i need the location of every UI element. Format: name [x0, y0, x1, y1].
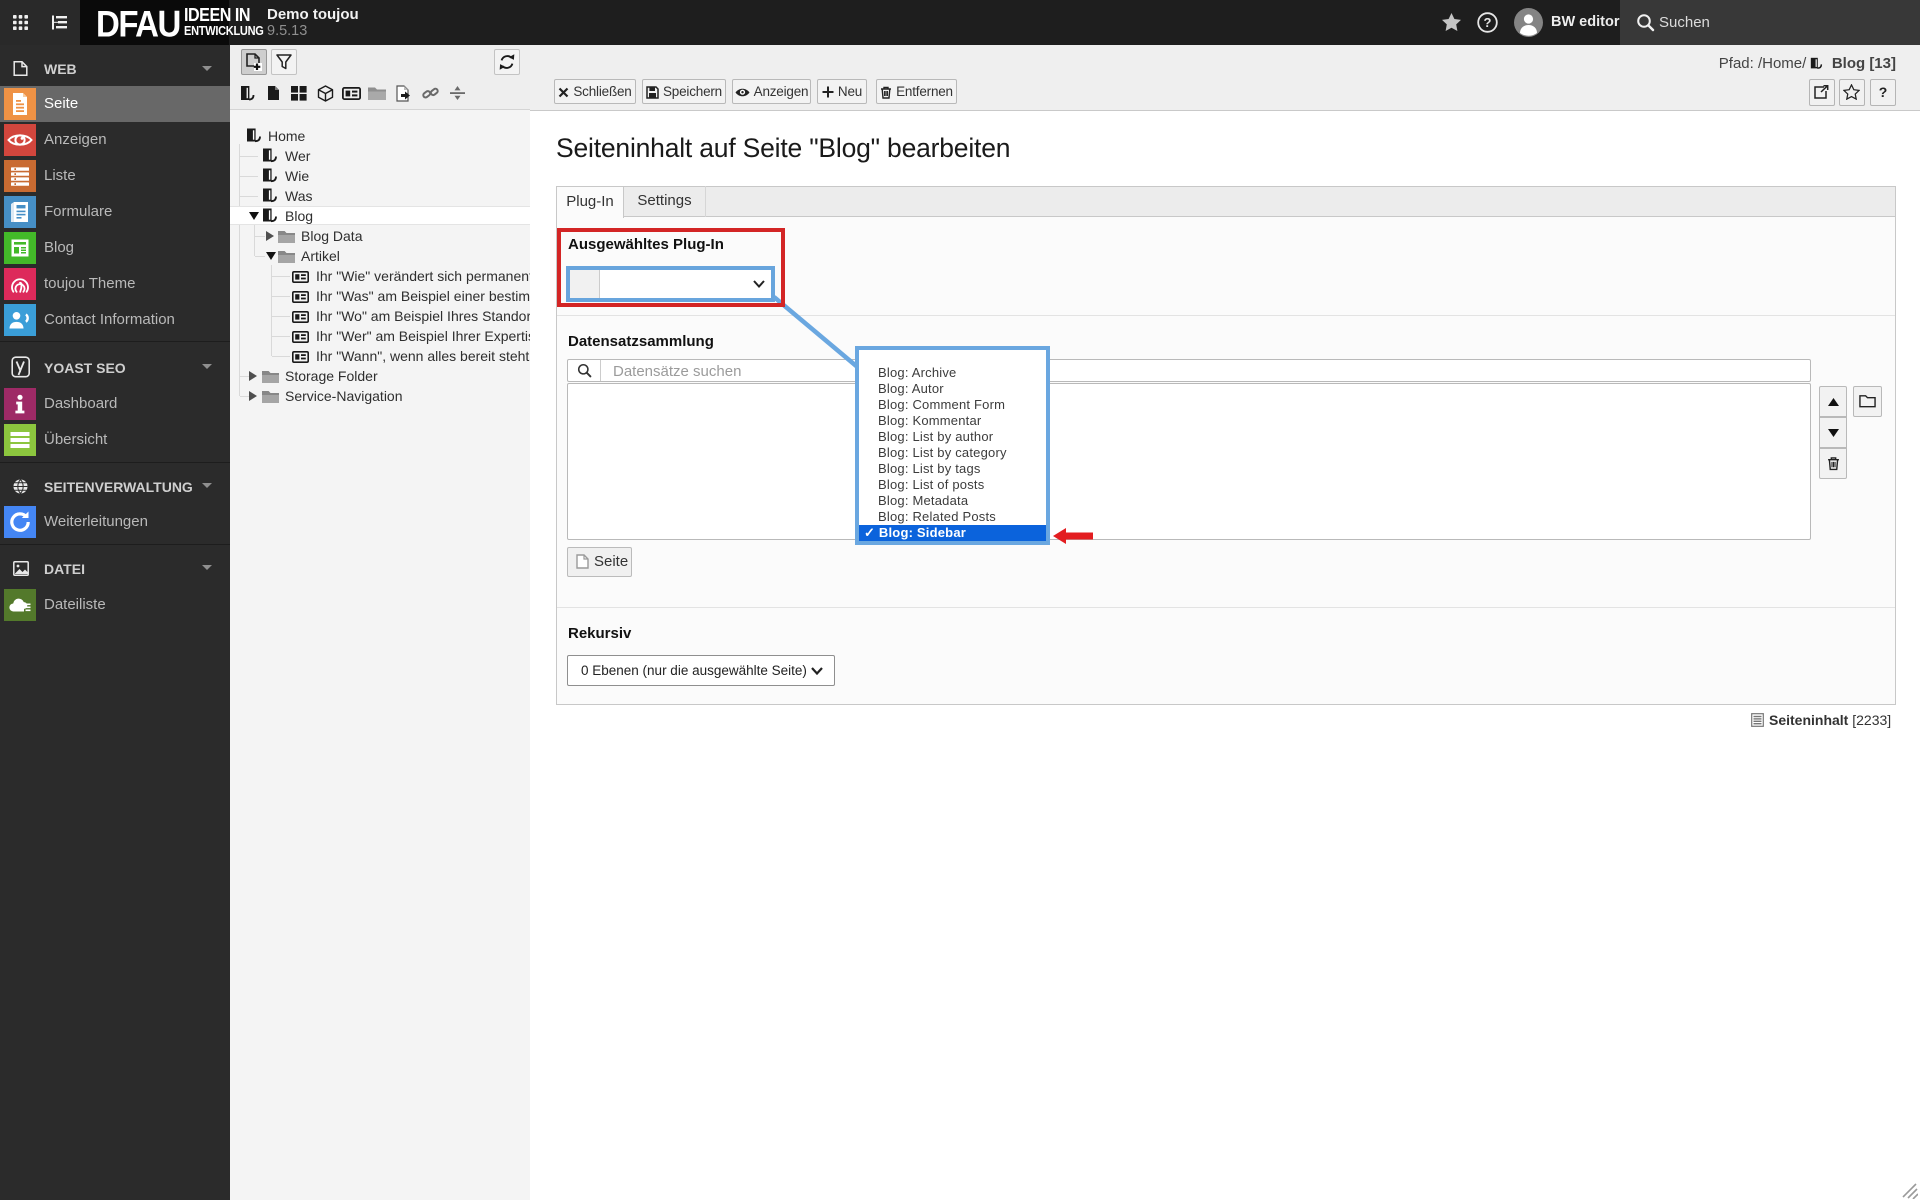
svg-text:?: ? — [1484, 15, 1492, 30]
